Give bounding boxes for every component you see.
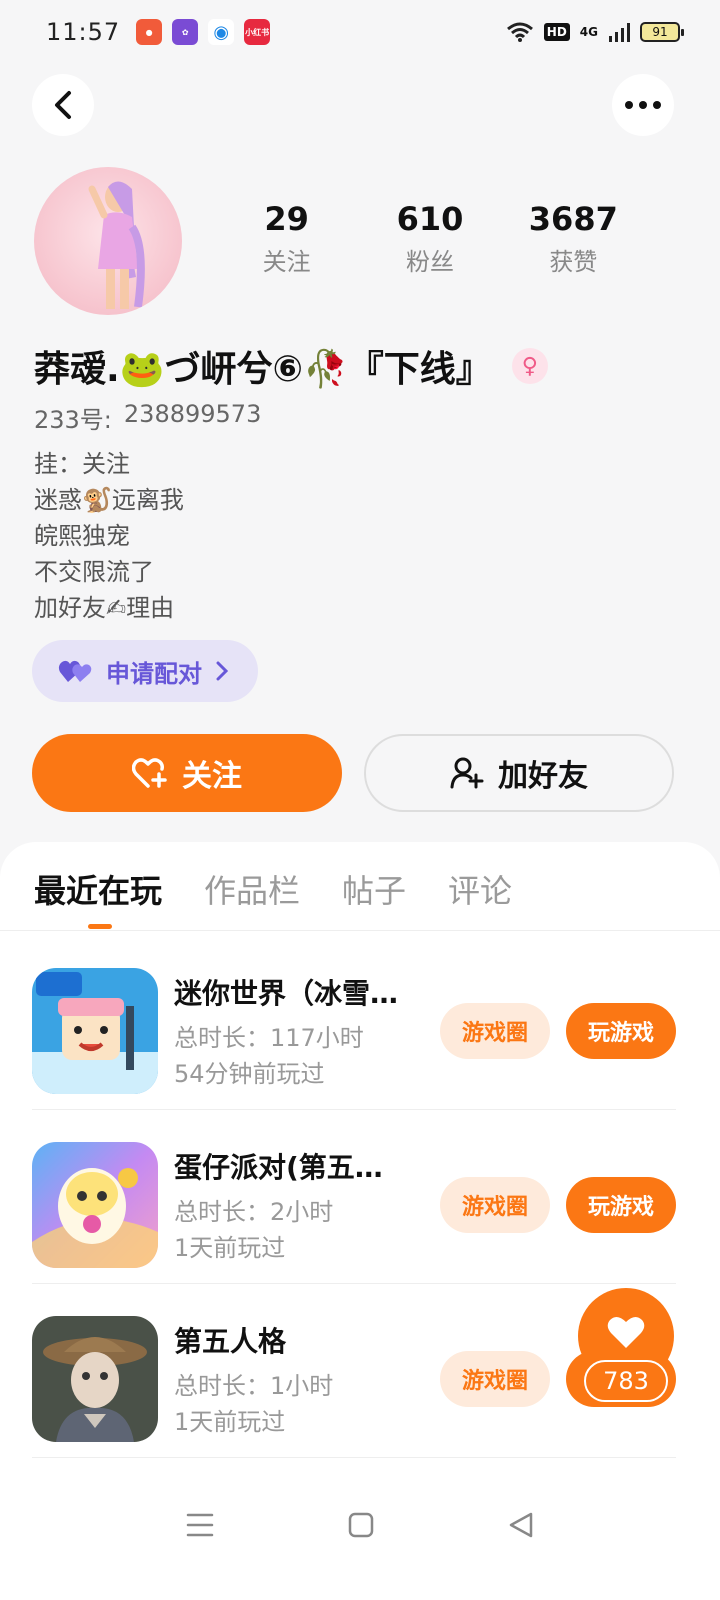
back-button[interactable] xyxy=(32,74,94,136)
game-name: 迷你世界（冰雪… xyxy=(174,977,399,1010)
uid-row: 233号: 238899573 xyxy=(34,400,261,435)
game-row[interactable]: 第五人格 总时长：1小时 1天前玩过 游戏圈 xyxy=(32,1284,676,1458)
game-last-played: 1天前玩过 xyxy=(174,1408,286,1436)
battery-indicator: 91 xyxy=(640,22,684,42)
chevron-right-icon xyxy=(216,661,228,681)
game-row[interactable]: 迷你世界（冰雪… 总时长：117小时 54分钟前玩过 游戏圈 玩游戏 xyxy=(32,936,676,1110)
stat-label: 关注 xyxy=(262,248,311,276)
more-button[interactable] xyxy=(612,74,674,136)
signal-icon xyxy=(609,23,630,42)
bio: 挂：关注 迷惑🐒远离我 皖熙独宠 不交限流了 加好友✍理由 xyxy=(34,446,184,626)
more-dots-icon xyxy=(625,101,661,109)
heart-icon xyxy=(607,1316,645,1348)
game-last-played: 1天前玩过 xyxy=(174,1234,286,1262)
content-sheet: 最近在玩 作品栏 帖子 评论 迷你世界（冰雪… 总时长：117小时 54分钟前玩… xyxy=(0,842,720,1600)
stat-likes[interactable]: 3687 获赞 xyxy=(502,200,645,277)
system-nav-bar xyxy=(0,1490,720,1560)
stat-label: 获赞 xyxy=(549,248,598,276)
game-name: 蛋仔派对(第五… xyxy=(174,1151,383,1184)
pair-request-button[interactable]: 申请配对 xyxy=(32,640,258,702)
home-square-icon[interactable] xyxy=(348,1512,374,1538)
divider xyxy=(32,1457,676,1458)
game-last-played: 54分钟前玩过 xyxy=(174,1060,325,1088)
uid-value: 238899573 xyxy=(123,400,262,428)
hd-badge: HD xyxy=(543,23,570,41)
wifi-icon xyxy=(506,22,533,42)
game-row[interactable]: 蛋仔派对(第五… 总时长：2小时 1天前玩过 游戏圈 玩游戏 xyxy=(32,1110,676,1284)
add-user-icon xyxy=(450,757,484,789)
tab-posts[interactable]: 帖子 xyxy=(342,866,406,912)
bio-line: 迷惑🐒远离我 xyxy=(34,486,184,514)
like-count: 783 xyxy=(584,1360,668,1402)
avatar-figure-icon xyxy=(88,181,145,309)
game-total-time: 总时长：1小时 xyxy=(174,1372,334,1400)
pair-request-label: 申请配对 xyxy=(106,659,202,688)
tab-recently-played[interactable]: 最近在玩 xyxy=(34,866,162,912)
bio-line: 加好友✍理由 xyxy=(34,594,175,622)
game-total-time: 总时长：117小时 xyxy=(174,1024,364,1052)
game-circle-button[interactable]: 游戏圈 xyxy=(440,1351,550,1407)
game-circle-button[interactable]: 游戏圈 xyxy=(440,1003,550,1059)
stat-value: 610 xyxy=(396,200,464,238)
avatar[interactable] xyxy=(34,167,182,315)
identity-v-icon[interactable] xyxy=(32,1316,158,1442)
eggy-party-icon[interactable] xyxy=(32,1142,158,1268)
stat-value: 3687 xyxy=(528,200,618,238)
back-triangle-icon[interactable] xyxy=(508,1511,534,1539)
status-app-icons: ● ✿ ◉ 小红书 xyxy=(136,19,271,45)
uid-label: 233号: xyxy=(34,406,112,434)
menu-icon[interactable] xyxy=(186,1512,214,1538)
follow-button[interactable]: 关注 xyxy=(32,734,342,812)
female-icon: ♀ xyxy=(511,348,548,384)
game-circle-button[interactable]: 游戏圈 xyxy=(440,1177,550,1233)
mini-world-icon[interactable] xyxy=(32,968,158,1094)
tab-works[interactable]: 作品栏 xyxy=(204,866,300,912)
stat-following[interactable]: 29 关注 xyxy=(215,200,358,277)
game-name: 第五人格 xyxy=(174,1325,287,1358)
double-heart-icon xyxy=(58,660,92,682)
status-bar: 11:57 ● ✿ ◉ 小红书 HD 4G 91 xyxy=(0,0,720,64)
stat-label: 粉丝 xyxy=(405,248,454,276)
play-game-button[interactable]: 玩游戏 xyxy=(566,1003,676,1059)
tab-comments[interactable]: 评论 xyxy=(448,866,512,912)
add-friend-button[interactable]: 加好友 xyxy=(364,734,674,812)
add-friend-label: 加好友 xyxy=(498,759,588,794)
name-row: 莽叆.🐸づ岍兮⑥🥀『下线』 ♀ xyxy=(34,340,548,392)
status-time: 11:57 xyxy=(46,18,121,46)
app-icon-4: 小红书 xyxy=(244,19,271,45)
tab-indicator xyxy=(88,924,112,929)
chevron-left-icon xyxy=(55,91,71,119)
tab-bar: 最近在玩 作品栏 帖子 评论 xyxy=(34,866,512,912)
bio-line: 不交限流了 xyxy=(34,558,154,586)
nickname: 莽叆.🐸づ岍兮⑥🥀『下线』 xyxy=(34,349,492,390)
app-icon-1: ● xyxy=(136,19,163,45)
network-label: 4G xyxy=(579,25,598,39)
app-icon-3: ◉ xyxy=(208,19,235,45)
app-icon-2: ✿ xyxy=(172,19,199,45)
game-total-time: 总时长：2小时 xyxy=(174,1198,334,1226)
stats-row: 29 关注 610 粉丝 3687 获赞 xyxy=(215,200,645,277)
play-game-button[interactable]: 玩游戏 xyxy=(566,1177,676,1233)
bio-line: 皖熙独宠 xyxy=(34,522,130,550)
stat-followers[interactable]: 610 粉丝 xyxy=(358,200,501,277)
bio-line: 挂：关注 xyxy=(34,450,130,478)
follow-label: 关注 xyxy=(182,759,242,794)
stat-value: 29 xyxy=(264,200,309,238)
heart-plus-icon xyxy=(132,758,167,788)
divider xyxy=(0,930,720,931)
